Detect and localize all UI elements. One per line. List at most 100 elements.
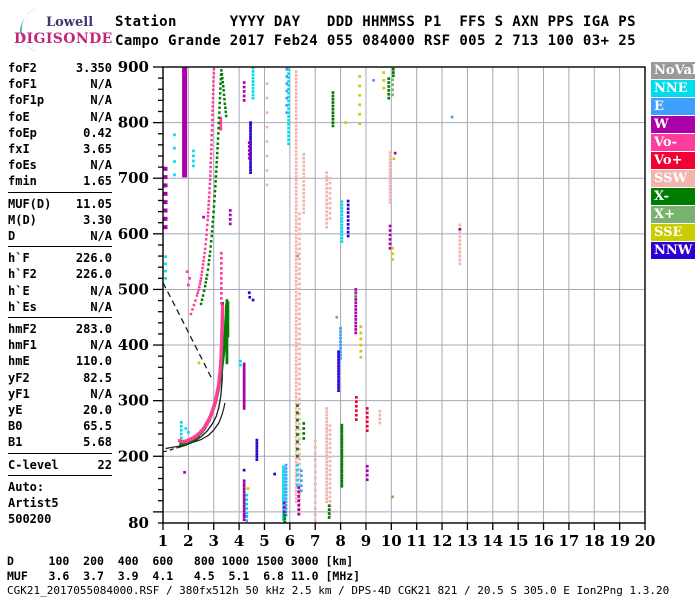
parameter-value: 20.0: [83, 403, 112, 418]
parameter-label: h`F: [8, 251, 30, 266]
parameter-row-he: h`E N/A: [8, 283, 112, 299]
svg-text:15: 15: [508, 532, 529, 550]
parameter-row-fxi: fxI 3.65: [8, 141, 112, 157]
logo-lowell-text: Lowell: [46, 15, 94, 30]
parameter-row-mufd: MUF(D) 11.05: [8, 196, 112, 212]
svg-text:10: 10: [381, 532, 402, 550]
svg-text:7: 7: [310, 532, 320, 550]
parameter-value: 3.30: [83, 212, 112, 227]
header-columns-line: Station YYYY DAY DDD HHMMSS P1 FFS S AXN…: [115, 14, 636, 30]
parameter-row-fmin: fmin 1.65: [8, 173, 112, 189]
parameter-value: N/A: [90, 93, 112, 108]
parameter-label: B1: [8, 435, 23, 450]
parameter-label: yF2: [8, 370, 30, 385]
legend-item-noval: NoVal: [651, 62, 697, 79]
parameter-row-yf1: yF1 N/A: [8, 386, 112, 402]
parameter-label: D: [8, 229, 16, 244]
muf-distance-table: D 100 200 400 600 800 1000 1500 3000 [km…: [7, 554, 360, 583]
panel-separator: [8, 246, 112, 248]
parameter-value: N/A: [90, 109, 112, 124]
parameter-row-foep: foEp 0.42: [8, 125, 112, 141]
parameter-row-yf2: yF2 82.5: [8, 370, 112, 386]
parameter-value: 3.65: [83, 142, 112, 157]
autoscaler-line: 500200: [8, 512, 52, 527]
parameter-label: M(D): [8, 212, 37, 227]
legend-item-x: X+: [651, 206, 695, 223]
parameter-label: yF1: [8, 386, 30, 401]
panel-separator: [8, 474, 112, 476]
parameter-row-hme: hmE 110.0: [8, 353, 112, 369]
parameter-row-hf2: h`F2 226.0: [8, 266, 112, 282]
svg-text:5: 5: [259, 532, 269, 550]
svg-text:600: 600: [118, 225, 149, 243]
svg-text:300: 300: [118, 392, 149, 410]
parameter-label: hmF2: [8, 322, 37, 337]
svg-text:12: 12: [432, 532, 453, 550]
parameter-value: 110.0: [75, 354, 112, 369]
echo-direction-legend: NoVal NNE E W Vo- Vo+ SSW X- X+ SSE NNW: [651, 62, 697, 260]
svg-text:14: 14: [482, 532, 503, 550]
header-values-line: Campo Grande 2017 Feb24 055 084000 RSF 0…: [115, 33, 636, 49]
parameter-value: N/A: [90, 299, 112, 314]
legend-item-sse: SSE: [651, 224, 695, 241]
autoscaler-line: Auto:: [8, 479, 45, 494]
svg-text:6: 6: [285, 532, 295, 550]
svg-text:11: 11: [406, 532, 427, 550]
station-header: Station YYYY DAY DDD HHMMSS P1 FFS S AXN…: [115, 13, 636, 51]
legend-item-w: W: [651, 116, 695, 133]
svg-text:13: 13: [457, 532, 478, 550]
svg-text:4: 4: [234, 532, 244, 550]
scaled-parameters-panel: foF2 3.350 foF1 N/A foF1p N/A foE N/A foEp 0.42 fx…: [8, 60, 112, 527]
svg-text:900: 900: [118, 58, 149, 76]
parameter-label: foEs: [8, 158, 37, 173]
parameter-label: foF1p: [8, 93, 45, 108]
parameter-value: 22: [97, 457, 112, 472]
parameter-row-hes: h`Es N/A: [8, 299, 112, 315]
parameter-value: 5.68: [83, 435, 112, 450]
panel-separator: [8, 191, 112, 193]
parameter-value: N/A: [90, 229, 112, 244]
legend-item-vo: Vo+: [651, 152, 695, 169]
muf-row: MUF 3.6 3.7 3.9 4.1 4.5 5.1 6.8 11.0 [MH…: [7, 568, 361, 583]
parameter-row-d: D N/A: [8, 228, 112, 244]
svg-text:9: 9: [361, 532, 371, 550]
svg-text:800: 800: [118, 114, 149, 132]
legend-item-nnw: NNW: [651, 242, 695, 259]
parameter-row-hmf1: hmF1 N/A: [8, 337, 112, 353]
parameter-row-b1: B1 5.68: [8, 434, 112, 450]
parameter-row-fof2: foF2 3.350: [8, 60, 112, 76]
legend-item-vo: Vo-: [651, 134, 695, 151]
legend-item-x: X-: [651, 188, 695, 205]
autoscaler-line: Artist5: [8, 496, 59, 511]
svg-text:500: 500: [118, 280, 149, 298]
legend-item-nne: NNE: [651, 80, 695, 97]
svg-text:400: 400: [118, 336, 149, 354]
parameter-label: h`Es: [8, 299, 37, 314]
svg-text:3: 3: [209, 532, 219, 550]
parameter-row-foe: foE N/A: [8, 109, 112, 125]
parameter-label: hmE: [8, 354, 30, 369]
parameter-row-md: M(D) 3.30: [8, 212, 112, 228]
parameter-row-fof1p: foF1p N/A: [8, 92, 112, 108]
parameter-value: N/A: [90, 77, 112, 92]
parameter-value: 11.05: [75, 196, 112, 211]
parameter-label: foE: [8, 109, 30, 124]
lowell-digisonde-logo: Lowell DIGISONDE: [6, 6, 112, 54]
svg-text:700: 700: [118, 169, 149, 187]
distance-row: D 100 200 400 600 800 1000 1500 3000 [km…: [7, 554, 354, 568]
parameter-value: N/A: [90, 283, 112, 298]
parameter-value: N/A: [90, 338, 112, 353]
svg-text:20: 20: [635, 532, 656, 550]
svg-text:80: 80: [128, 514, 149, 532]
legend-item-ssw: SSW: [651, 170, 695, 187]
parameter-label: hmF1: [8, 338, 37, 353]
parameter-row-ye: yE 20.0: [8, 402, 112, 418]
parameter-label: fmin: [8, 174, 37, 189]
parameter-value: 1.65: [83, 174, 112, 189]
parameter-row-clevel: C-level 22: [8, 457, 112, 473]
parameter-row-foes: foEs N/A: [8, 157, 112, 173]
parameter-value: 226.0: [75, 267, 112, 282]
legend-item-e: E: [651, 98, 695, 115]
parameter-row-hf: h`F 226.0: [8, 250, 112, 266]
parameter-value: 82.5: [83, 370, 112, 385]
